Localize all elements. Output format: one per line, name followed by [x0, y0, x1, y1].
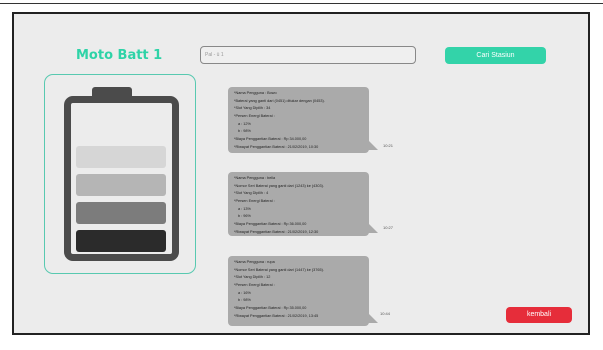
battery-cell-4 [76, 230, 166, 252]
message-line: b : 98% [238, 298, 251, 303]
bubble-tail [368, 313, 378, 323]
message-line: *Biaya Penggantian Baterai : Rp 34.000,0… [234, 137, 307, 142]
battery-cell-2 [76, 174, 166, 196]
message-line: *Persen Energi Baterai : [234, 199, 275, 204]
message-line: *Nama Pengguna : Bowo [234, 91, 277, 95]
message-time: 10:27 [383, 225, 394, 230]
find-station-button[interactable]: Cari Stasiun [445, 47, 546, 64]
message-time: 10:44 [380, 311, 391, 316]
search-input[interactable]: Pal - ü 1 [200, 46, 416, 64]
message-bubble: *Nama Pengguna : rupa *Nomor Seri Batera… [228, 256, 369, 326]
back-button[interactable]: kembali [506, 307, 572, 323]
battery-cell-3 [76, 202, 166, 224]
bubble-tail [368, 223, 378, 233]
message-line: *Nama Pengguna : rupa [234, 260, 275, 264]
message-line: b : 98% [238, 129, 251, 134]
message-line: *Riwayat Penggantian Baterai : 21/02/201… [234, 313, 319, 318]
message-time: 10:21 [383, 143, 394, 148]
message-bubble: *Nama Pengguna : Bowo *Baterai yang gant… [228, 87, 369, 153]
message-line: *Slot Yang Dipilih : 4 [234, 191, 269, 196]
message-bubble: *Nama Pengguna : bella *Nomor Seri Bater… [228, 172, 369, 236]
battery-cell-1 [76, 146, 166, 168]
page-title: Moto Batt 1 [76, 48, 163, 63]
message-line: a : 16% [238, 290, 251, 295]
message-line: *Persen Energi Baterai : [234, 283, 275, 288]
message-line: *Biaya Penggantian Baterai : Rp 36.000,0… [234, 222, 307, 227]
message-line: *Riwayat Penggantian Baterai : 21/02/201… [234, 144, 319, 149]
bubble-tail [368, 140, 378, 150]
message-line: a : 13% [238, 206, 251, 211]
message-line: *Nomor Seri Baterai yang ganti dari (124… [234, 183, 324, 188]
message-line: *Nomor Seri Baterai yang ganti dari (144… [234, 267, 324, 272]
message-line: b : 96% [238, 214, 251, 219]
message-line: *Nama Pengguna : bella [234, 176, 276, 180]
message-line: a : 12% [238, 121, 251, 126]
message-line: *Slot Yang Dipilih : 12 [234, 275, 271, 280]
message-line: *Biaya Penggantian Baterai : Rp 35.000,0… [234, 306, 307, 311]
message-line: *Slot Yang Dipilih : 34 [234, 106, 271, 111]
top-border-line [0, 3, 603, 4]
message-line: *Riwayat Penggantian Baterai : 21/02/201… [234, 229, 319, 234]
message-line: *Persen Energi Baterai : [234, 114, 275, 119]
message-line: *Baterai yang ganti dari (0451) ditukar … [234, 98, 325, 103]
